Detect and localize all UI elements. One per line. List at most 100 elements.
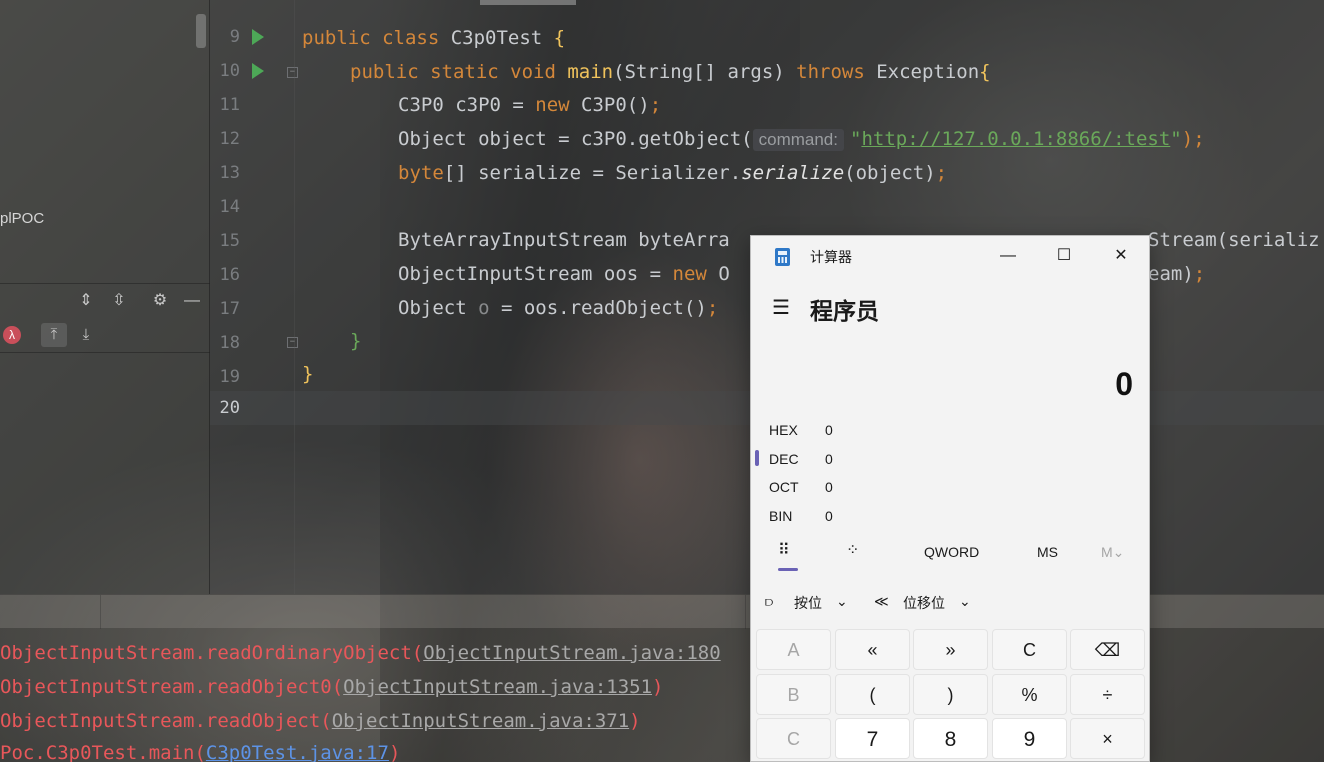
editor-scrollbar[interactable] <box>480 0 576 5</box>
stack-trace-line: ObjectInputStream.readObject0(ObjectInpu… <box>0 676 663 698</box>
key-multiply[interactable]: × <box>1070 718 1145 759</box>
line-number: 17 <box>219 299 240 319</box>
minimize-button[interactable]: — <box>985 236 1031 276</box>
key-right-paren[interactable]: ) <box>913 674 988 715</box>
editor-gutter: 9 10 11 12 13 14 15 16 17 18 19 20 − − <box>210 0 298 594</box>
code-text: (String[] args) <box>613 61 797 83</box>
key-7[interactable]: 7 <box>835 718 910 759</box>
full-keypad-icon[interactable]: ⠿ <box>778 540 790 560</box>
code-text: [] serialize = Serializer. <box>443 162 742 184</box>
source-link[interactable]: ObjectInputStream.java:371 <box>332 710 629 732</box>
line-number: 11 <box>219 95 240 115</box>
radix-label: BIN <box>769 508 793 524</box>
code-text: Object object = c3P0.getObject( <box>398 128 753 150</box>
stack-frame: ObjectInputStream.readObject( <box>0 710 332 732</box>
hamburger-menu-icon[interactable]: ☰ <box>769 298 793 318</box>
title-bar[interactable]: 计算器 — ☐ ✕ <box>751 236 1151 276</box>
source-link[interactable]: ObjectInputStream.java:1351 <box>343 676 652 698</box>
chevron-down-icon: ⌄ <box>1112 544 1125 560</box>
run-class-icon[interactable] <box>252 29 264 45</box>
run-main-icon[interactable] <box>252 63 264 79</box>
collapse-all-icon[interactable]: ⇳ <box>107 289 131 313</box>
brace: { <box>979 61 991 83</box>
window-title: 计算器 <box>810 249 852 265</box>
semicolon: ; <box>935 162 948 184</box>
radix-value: 0 <box>825 422 833 438</box>
stack-trace-line: ObjectInputStream.readOrdinaryObject(Obj… <box>0 642 721 664</box>
minimize-icon[interactable]: — <box>180 289 204 313</box>
key-left-shift[interactable]: « <box>835 629 910 670</box>
stack-frame-close: ) <box>629 710 641 732</box>
bitwise-icon: ⫐ <box>765 593 774 609</box>
code-line-13: byte[] serialize = Serializer.serialize(… <box>398 158 947 188</box>
console-divider <box>745 595 746 629</box>
radix-value: 0 <box>825 508 833 524</box>
bit-toggle-keypad-icon[interactable]: ⁘ <box>846 540 859 560</box>
key-right-shift[interactable]: » <box>913 629 988 670</box>
code-line-11: C3P0 c3P0 = new C3P0(); <box>398 90 661 120</box>
code-text: ObjectInputStream oos = <box>398 263 673 285</box>
code-text: Exception <box>876 61 980 83</box>
calculator-display: 0 <box>1115 366 1133 402</box>
key-divide[interactable]: ÷ <box>1070 674 1145 715</box>
keyword: public class <box>302 27 451 49</box>
code-line-12: Object object = c3P0.getObject(command: "… <box>398 124 1205 154</box>
maximize-button[interactable]: ☐ <box>1041 236 1087 276</box>
keypad-mode-row: ⠿ ⁘ QWORD MS M⌄ <box>751 536 1151 572</box>
radix-oct[interactable]: OCT 0 <box>769 476 889 500</box>
key-clear[interactable]: C <box>992 629 1067 670</box>
lambda-icon[interactable]: λ <box>3 326 21 344</box>
memory-store-button[interactable]: MS <box>1037 544 1058 560</box>
word-size-button[interactable]: QWORD <box>924 544 979 560</box>
key-b[interactable]: B <box>756 674 831 715</box>
radix-value: 0 <box>825 479 833 495</box>
bitwise-menu[interactable]: 按位 <box>794 593 822 613</box>
calculator-window: 计算器 — ☐ ✕ ☰ 程序员 0 HEX 0 DEC 0 OCT 0 BIN 0 ⠿ … <box>750 235 1150 762</box>
line-number: 10 <box>219 61 240 81</box>
gear-icon[interactable]: ⚙ <box>148 289 172 313</box>
stack-frame-close: ) <box>388 742 401 762</box>
string-quote: " <box>1170 128 1182 150</box>
radix-dec[interactable]: DEC 0 <box>769 448 889 472</box>
source-link[interactable]: ObjectInputStream.java:180 <box>423 642 720 664</box>
calculator-app-icon <box>775 248 790 266</box>
code-line-15: ByteArrayInputStream byteArra <box>398 225 730 255</box>
key-percent[interactable]: % <box>992 674 1067 715</box>
step-down-icon[interactable]: ⤓ <box>73 323 99 347</box>
radix-bin[interactable]: BIN 0 <box>769 505 889 529</box>
brace: } <box>350 330 362 352</box>
line-number: 13 <box>219 163 240 183</box>
code-line-10: public static void main(String[] args) t… <box>350 57 991 87</box>
key-8[interactable]: 8 <box>913 718 988 759</box>
close-button[interactable]: ✕ <box>1098 236 1144 276</box>
code-line-15-tail: Stream(serializ <box>1148 225 1320 255</box>
fold-icon[interactable]: − <box>287 337 298 348</box>
gutter-separator <box>294 0 295 594</box>
chevron-down-icon: ⌄ <box>959 593 971 609</box>
radix-hex[interactable]: HEX 0 <box>769 419 889 443</box>
memory-dropdown-label: M <box>1101 544 1113 560</box>
panel-scrollbar[interactable] <box>196 14 206 48</box>
key-9[interactable]: 9 <box>992 718 1067 759</box>
expand-all-icon[interactable]: ⇕ <box>74 289 98 313</box>
bitshift-menu[interactable]: 位移位 <box>903 593 945 613</box>
code-text: ); <box>1181 128 1205 150</box>
keyword: new <box>672 263 719 285</box>
semicolon: ; <box>1193 263 1206 285</box>
key-left-paren[interactable]: ( <box>835 674 910 715</box>
key-hex-c[interactable]: C <box>756 718 831 759</box>
project-tree-item[interactable]: plPOC <box>0 210 44 227</box>
console-divider <box>100 595 101 629</box>
string-quote: " <box>849 128 862 150</box>
source-link[interactable]: C3p0Test.java:17 <box>206 742 389 762</box>
stack-frame: Poc.C3p0Test.main( <box>0 742 206 762</box>
fold-icon[interactable]: − <box>287 67 298 78</box>
backspace-icon[interactable]: ⌫ <box>1070 629 1145 670</box>
radix-value: 0 <box>825 451 833 467</box>
string-literal[interactable]: http://127.0.0.1:8866/:test <box>861 128 1170 150</box>
step-up-icon[interactable]: ⤒ <box>41 323 67 347</box>
memory-dropdown-button[interactable]: M⌄ <box>1101 544 1124 561</box>
code-line-18: } <box>350 326 361 356</box>
key-a[interactable]: A <box>756 629 831 670</box>
semicolon: ; <box>706 297 719 319</box>
